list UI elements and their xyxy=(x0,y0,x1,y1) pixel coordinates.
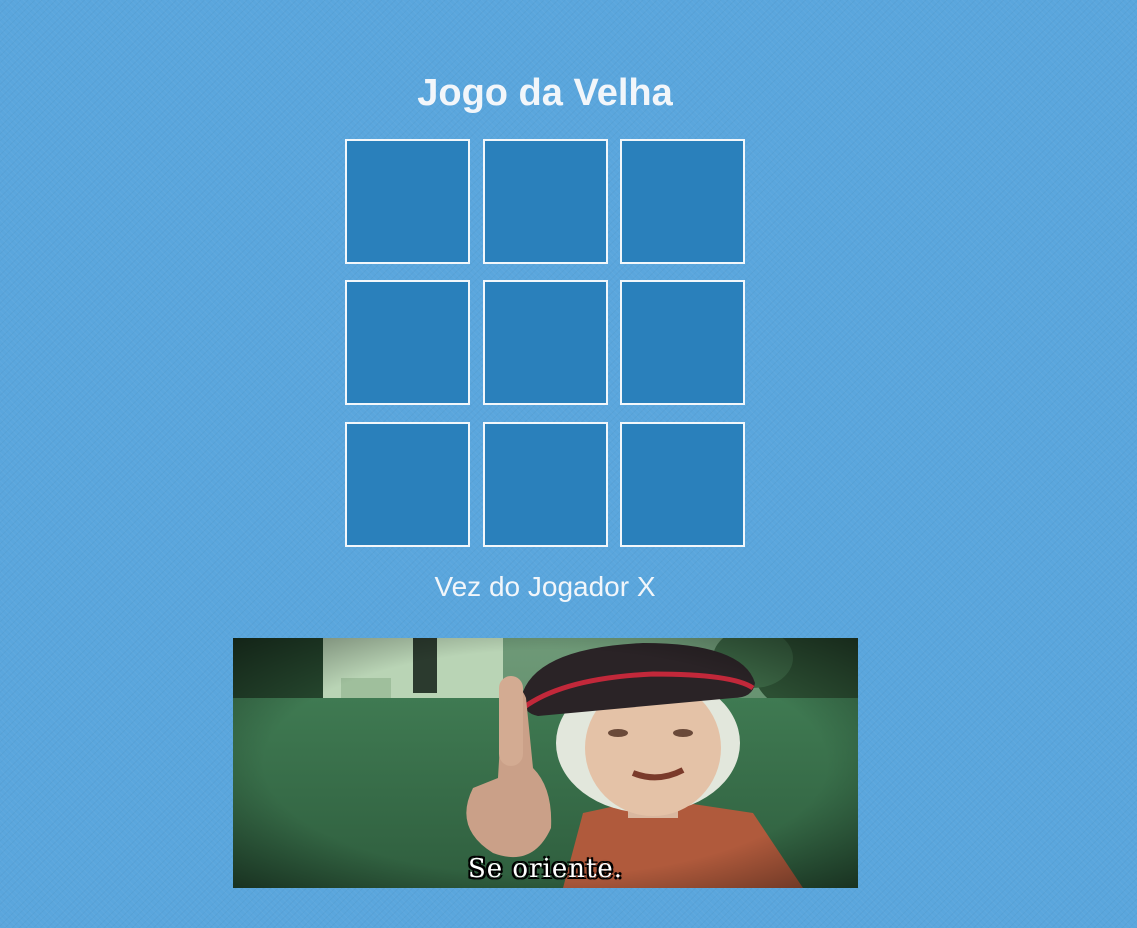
board-cell-2[interactable] xyxy=(483,139,608,264)
board-cell-1[interactable] xyxy=(345,139,470,264)
meme-gif: Se oriente. xyxy=(233,638,858,888)
board-cell-4[interactable] xyxy=(345,280,470,405)
board-cell-3[interactable] xyxy=(620,139,745,264)
board-cell-9[interactable] xyxy=(620,422,745,547)
meme-caption: Se oriente. xyxy=(467,854,624,884)
board-cell-7[interactable] xyxy=(345,422,470,547)
page-title: Jogo da Velha xyxy=(417,72,673,114)
board-cell-8[interactable] xyxy=(483,422,608,547)
meme-scene xyxy=(233,638,858,888)
board-cell-6[interactable] xyxy=(620,280,745,405)
board-cell-5[interactable] xyxy=(483,280,608,405)
turn-status: Vez do Jogador X xyxy=(434,571,656,602)
game-board xyxy=(345,139,749,551)
